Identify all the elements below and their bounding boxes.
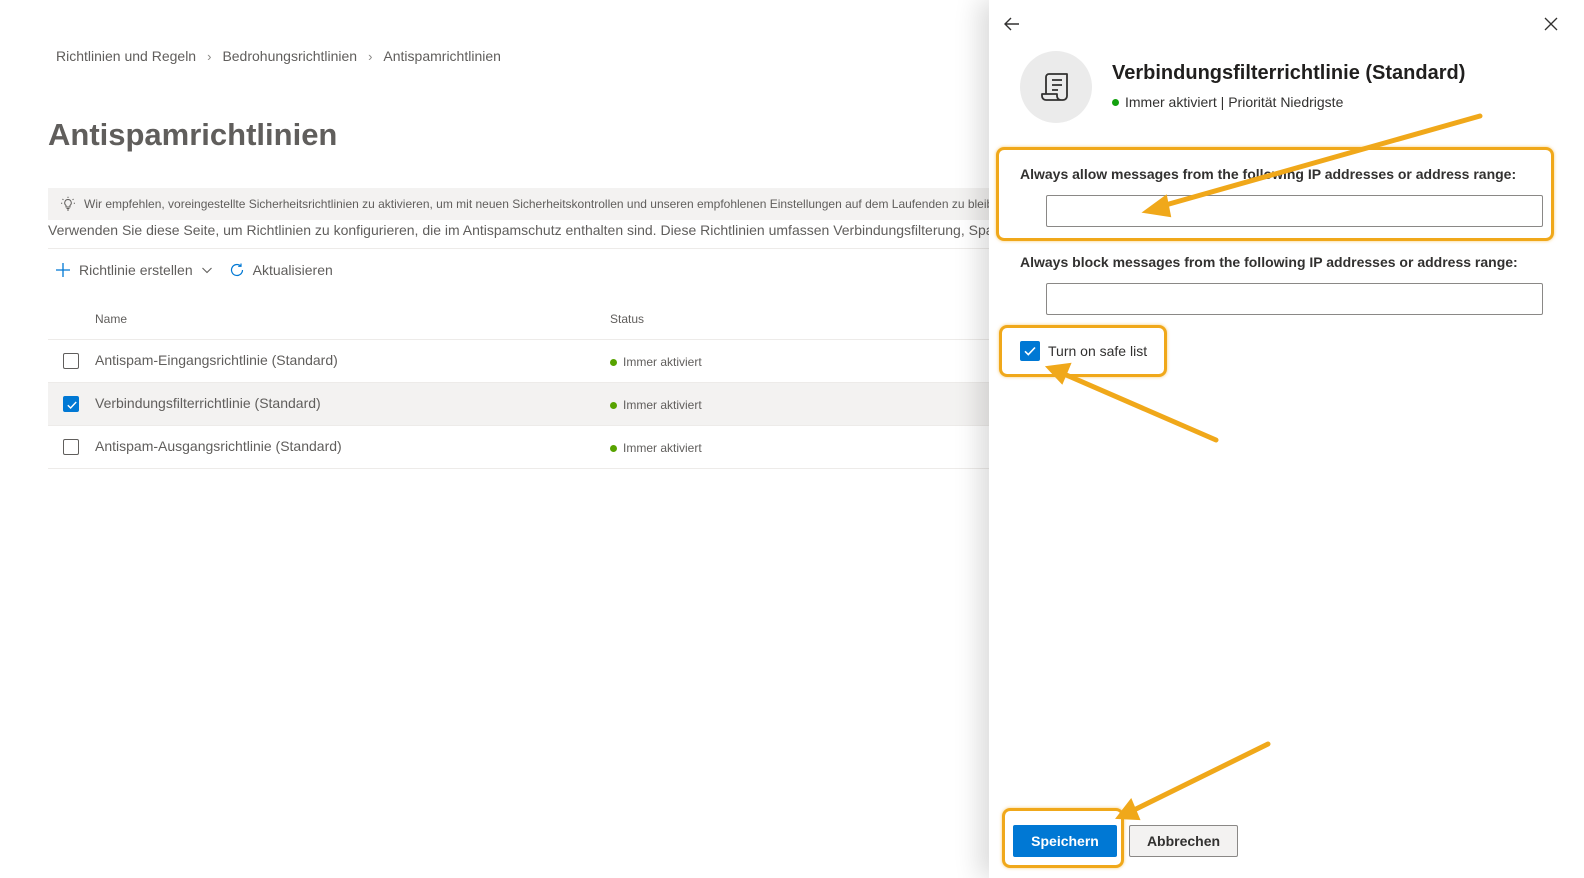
checkbox-checked[interactable] — [1020, 341, 1040, 361]
table-row[interactable]: Antispam-Eingangsrichtlinie (Standard) I… — [48, 340, 1000, 383]
policy-status: Immer aktiviert — [610, 355, 702, 369]
policy-name[interactable]: Antispam-Ausgangsrichtlinie (Standard) — [95, 438, 342, 454]
policy-status: Immer aktiviert — [610, 398, 702, 412]
status-text: Immer aktiviert — [623, 441, 702, 455]
close-icon[interactable] — [1541, 14, 1561, 34]
save-button[interactable]: Speichern — [1013, 825, 1117, 857]
page-description: Verwenden Sie diese Seite, um Richtlinie… — [48, 222, 1000, 238]
lightbulb-icon — [60, 196, 76, 212]
status-dot-icon — [610, 444, 617, 452]
page-title: Antispamrichtlinien — [48, 117, 338, 152]
status-dot-icon — [610, 401, 617, 409]
back-arrow-icon[interactable] — [1002, 14, 1022, 34]
policy-name[interactable]: Antispam-Eingangsrichtlinie (Standard) — [95, 352, 338, 368]
breadcrumb: Richtlinien und Regeln › Bedrohungsricht… — [56, 48, 501, 64]
status-dot-icon — [610, 358, 617, 366]
policy-status: Immer aktiviert — [610, 441, 702, 455]
breadcrumb-item-antispam: Antispamrichtlinien — [383, 48, 501, 64]
refresh-label: Aktualisieren — [252, 262, 333, 278]
block-ip-label: Always block messages from the following… — [1020, 254, 1518, 270]
refresh-button[interactable]: Aktualisieren — [229, 262, 333, 278]
row-checkbox[interactable] — [63, 439, 79, 455]
policy-details-panel: Verbindungsfilterrichtlinie (Standard) I… — [989, 0, 1584, 878]
divider — [48, 248, 1000, 249]
row-checkbox[interactable] — [63, 396, 79, 412]
allow-ip-label: Always allow messages from the following… — [1020, 166, 1517, 182]
policy-name[interactable]: Verbindungsfilterrichtlinie (Standard) — [95, 395, 321, 411]
add-icon — [55, 262, 71, 278]
panel-title: Verbindungsfilterrichtlinie (Standard) — [1112, 62, 1466, 84]
checkmark-icon — [67, 401, 77, 410]
checkmark-icon — [1024, 346, 1036, 356]
panel-subtitle: Immer aktiviert | Priorität Niedrigste — [1112, 94, 1343, 110]
refresh-icon — [229, 262, 245, 278]
chevron-right-icon: › — [207, 48, 212, 64]
table-row[interactable]: Verbindungsfilterrichtlinie (Standard) I… — [48, 383, 1000, 426]
create-policy-button[interactable]: Richtlinie erstellen — [55, 262, 213, 278]
breadcrumb-item-rules[interactable]: Richtlinien und Regeln — [56, 48, 196, 64]
row-checkbox[interactable] — [63, 353, 79, 369]
background-page: Richtlinien und Regeln › Bedrohungsricht… — [0, 0, 1000, 878]
policy-document-icon — [1041, 73, 1068, 101]
table-header: Name Status — [48, 304, 1000, 340]
column-header-status[interactable]: Status — [610, 312, 644, 326]
recommendation-banner: Wir empfehlen, voreingestellte Sicherhei… — [48, 188, 1000, 220]
panel-subtitle-text: Immer aktiviert | Priorität Niedrigste — [1125, 94, 1344, 110]
column-header-name[interactable]: Name — [95, 312, 127, 326]
allow-ip-input[interactable] — [1046, 195, 1543, 227]
cancel-button[interactable]: Abbrechen — [1129, 825, 1238, 857]
create-policy-label: Richtlinie erstellen — [79, 262, 193, 278]
command-bar: Richtlinie erstellen Aktualisieren — [55, 262, 333, 278]
safe-list-label: Turn on safe list — [1048, 343, 1148, 359]
chevron-right-icon: › — [368, 48, 373, 64]
chevron-down-icon — [201, 264, 213, 276]
table-row[interactable]: Antispam-Ausgangsrichtlinie (Standard) I… — [48, 426, 1000, 469]
policy-avatar — [1020, 51, 1092, 123]
breadcrumb-item-threat-policies[interactable]: Bedrohungsrichtlinien — [222, 48, 357, 64]
block-ip-input[interactable] — [1046, 283, 1543, 315]
safe-list-checkbox[interactable]: Turn on safe list — [1020, 341, 1147, 361]
status-text: Immer aktiviert — [623, 355, 702, 369]
status-text: Immer aktiviert — [623, 398, 702, 412]
recommendation-text: Wir empfehlen, voreingestellte Sicherhei… — [84, 197, 1000, 211]
status-dot-icon — [1112, 98, 1119, 106]
